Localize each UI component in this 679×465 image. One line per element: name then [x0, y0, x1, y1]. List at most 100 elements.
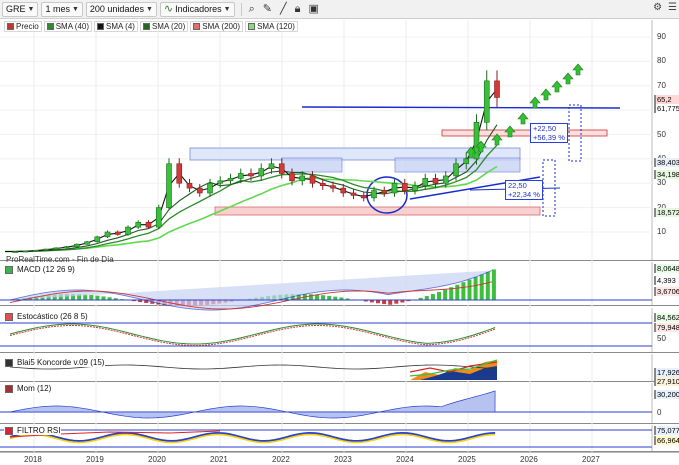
rsi-label-text: FILTRO RSI: [17, 426, 61, 435]
candle-body: [94, 236, 101, 243]
panel-background: [0, 308, 652, 352]
indicator-value-tag: 79,948: [654, 323, 679, 332]
year-tick: 2019: [86, 455, 104, 464]
indicator-value-tag: 66,964: [654, 436, 679, 445]
candle-body: [166, 163, 172, 208]
candle-body: [196, 187, 203, 194]
year-tick: 2022: [272, 455, 290, 464]
legend-item[interactable]: Precio: [4, 20, 42, 32]
legend-label: SMA (120): [257, 21, 295, 31]
price-axis-tick: 90: [657, 32, 666, 41]
stoch-swatch: [5, 312, 13, 321]
year-tick: 2025: [458, 455, 476, 464]
macd-histogram-bar: [315, 294, 319, 300]
candle-body: [145, 221, 152, 228]
year-tick: 2021: [210, 455, 228, 464]
macd-histogram-bar: [455, 284, 460, 300]
price-axis-tick: 50: [657, 129, 666, 139]
candle-body: [114, 231, 121, 235]
macd-histogram-bar: [333, 296, 338, 300]
macd-histogram-bar: [473, 276, 478, 300]
legend-item[interactable]: SMA (120): [245, 20, 298, 32]
candle-body: [53, 247, 60, 250]
candle-body: [453, 163, 459, 177]
legend-item[interactable]: SMA (20): [139, 20, 189, 32]
legend-label: SMA (200): [202, 21, 241, 31]
indicator-value-tag: 75,077: [654, 426, 679, 435]
price-tag: 38,403: [654, 158, 679, 167]
indicator-value-tag: 17,926: [654, 368, 679, 377]
legend-swatch: [46, 22, 54, 30]
candle-body: [401, 182, 408, 191]
candle-body: [371, 190, 377, 199]
indicator-value-tag: 84,562: [654, 313, 679, 322]
candle-body: [330, 185, 336, 189]
year-tick: 2026: [520, 455, 538, 464]
koncorde-label: Blai5 Koncorde v.09 (15): [4, 358, 106, 367]
macd-histogram-bar: [394, 300, 399, 304]
legend-label: SMA (40): [55, 21, 90, 31]
gain-annotation-upper[interactable]: +22,50 +56,39 %: [530, 123, 568, 143]
candle-body: [360, 195, 367, 199]
candle-body: [125, 226, 131, 235]
price-tag: 65,2: [654, 95, 679, 104]
indicator-axis-tick: 50: [657, 334, 666, 343]
candle-body: [381, 190, 388, 194]
price-legend: Precio SMA (40) SMA (4) SMA (20) SMA (200) SM…: [4, 20, 298, 32]
year-tick: 2020: [148, 455, 166, 464]
year-tick: 2024: [396, 455, 414, 464]
candle-body: [309, 175, 316, 184]
candle-body: [494, 80, 500, 98]
legend-swatch: [193, 22, 201, 30]
legend-label: Precio: [16, 21, 39, 31]
macd-histogram-bar: [382, 300, 387, 305]
year-tick: 2018: [24, 455, 42, 464]
legend-swatch: [142, 22, 150, 30]
candle-body: [155, 207, 162, 228]
price-axis-tick: 30: [657, 178, 666, 188]
koncorde-label-text: Blai5 Koncorde v.09 (15): [17, 358, 105, 367]
rsi-swatch: [5, 426, 13, 435]
macd-histogram-bar: [479, 274, 484, 300]
price-tag: 34,198: [654, 170, 679, 179]
candle-body: [63, 246, 70, 249]
candle-body: [22, 250, 29, 253]
macd-histogram-bar: [461, 282, 466, 300]
candle-body: [422, 178, 429, 186]
candle-body: [32, 249, 39, 252]
legend-label: SMA (20): [151, 21, 186, 31]
mom-swatch: [5, 384, 13, 393]
rsi-label: FILTRO RSI: [4, 426, 62, 435]
year-tick: 2023: [334, 455, 352, 464]
candle-body: [12, 251, 19, 253]
price-axis-tick: 80: [657, 56, 666, 66]
legend-item[interactable]: SMA (200): [190, 20, 244, 32]
price-tag: 18,572: [654, 208, 679, 217]
legend-item[interactable]: SMA (4): [94, 20, 138, 32]
macd-label-text: MACD (12 26 9): [17, 265, 75, 274]
macd-histogram-bar: [388, 300, 393, 305]
macd-histogram-bar: [430, 294, 435, 300]
candle-body: [412, 185, 418, 191]
candle-body: [237, 173, 244, 179]
macd-histogram-bar: [437, 291, 441, 300]
candle-body: [258, 168, 265, 177]
chart-canvas[interactable]: [0, 0, 679, 465]
candle-body: [268, 163, 275, 169]
price-axis-tick: 10: [657, 227, 666, 236]
trend-line-horizontal: [301, 106, 621, 109]
legend-swatch: [248, 22, 256, 30]
candle-body: [227, 178, 234, 182]
candle-body: [248, 173, 254, 177]
legend-item[interactable]: SMA (40): [43, 20, 93, 32]
candle-body: [207, 182, 213, 194]
candle-body: [432, 178, 439, 184]
macd-histogram-bar: [424, 296, 429, 300]
time-axis: 2018 2019 2020 2021 2022 2023 2024 2025 2026 2027: [0, 452, 679, 465]
macd-histogram-bar: [443, 289, 448, 300]
candle-body: [463, 158, 470, 165]
macd-swatch: [5, 265, 13, 274]
gain-annotation-lower[interactable]: 22,50 +22,34 %: [505, 180, 543, 200]
legend-swatch: [7, 22, 14, 30]
indicator-value-tag: 4,393: [654, 276, 679, 285]
